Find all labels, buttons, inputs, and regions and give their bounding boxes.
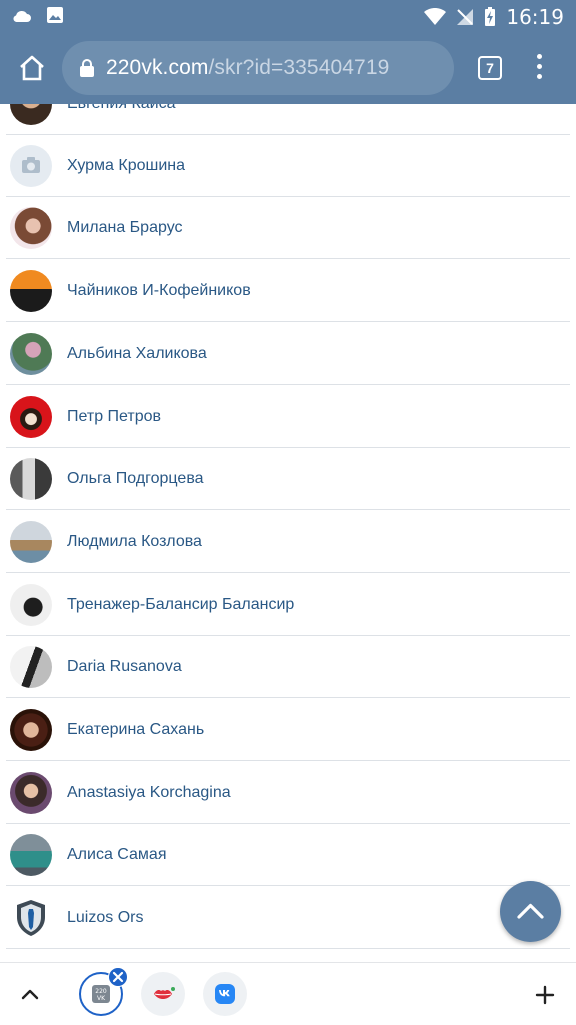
lips-icon — [154, 987, 175, 999]
friend-name[interactable]: Daria Rusanova — [67, 658, 182, 676]
no-signal-icon — [457, 9, 474, 25]
friend-name[interactable]: Алиса Самая — [67, 846, 166, 864]
chevron-up-icon — [517, 903, 544, 919]
friend-name[interactable]: Екатерина Сахань — [67, 721, 204, 739]
list-item[interactable]: Чайников И-Кофейников — [6, 260, 570, 322]
status-time: 16:19 — [506, 5, 564, 29]
tab-switcher-button[interactable]: 7 — [478, 56, 502, 80]
lock-icon — [80, 59, 94, 77]
app-vk-button[interactable] — [203, 972, 247, 1016]
list-item[interactable] — [6, 950, 570, 960]
vk-logo-icon — [215, 984, 235, 1004]
list-item[interactable]: Тренажер-Балансир Балансир — [6, 574, 570, 636]
chevron-up-icon[interactable] — [18, 983, 42, 1007]
list-item[interactable]: Петр Петров — [6, 386, 570, 448]
list-item[interactable]: Людмила Козлова — [6, 511, 570, 573]
scroll-to-top-button[interactable] — [500, 881, 561, 942]
friend-name[interactable]: Ольга Подгорцева — [67, 470, 204, 488]
friend-name[interactable]: Милана Брарус — [67, 219, 183, 237]
list-item[interactable]: Luizos Ors — [6, 887, 570, 949]
friend-name[interactable]: Петр Петров — [67, 408, 161, 426]
url-path: /skr?id=335404719 — [208, 56, 390, 79]
overflow-menu-icon[interactable] — [534, 54, 544, 82]
cloud-icon — [13, 11, 31, 22]
wifi-icon — [424, 8, 447, 25]
avatar — [10, 583, 52, 626]
status-bar: 16:19 — [0, 0, 576, 32]
friend-name[interactable]: Альбина Халикова — [67, 345, 207, 363]
avatar — [10, 206, 52, 249]
friend-name[interactable]: Тренажер-Балансир Балансир — [67, 596, 294, 614]
avatar — [10, 457, 52, 500]
home-icon[interactable] — [18, 54, 46, 82]
avatar — [10, 269, 52, 312]
list-item[interactable]: Anastasiya Korchagina — [6, 762, 570, 824]
avatar — [10, 645, 52, 688]
avatar — [10, 104, 52, 125]
friends-list: Евгения Кайса Хурма Крошина Милана Брару… — [6, 104, 570, 960]
friend-name[interactable]: Людмила Козлова — [67, 533, 202, 551]
browser-toolbar: 220vk.com/skr?id=335404719 7 — [0, 32, 576, 104]
friend-name[interactable]: Luizos Ors — [67, 909, 143, 927]
url-domain: 220vk.com — [106, 56, 209, 79]
plus-icon[interactable] — [533, 983, 557, 1007]
avatar — [10, 332, 52, 375]
list-item[interactable]: Daria Rusanova — [6, 636, 570, 698]
friend-name[interactable]: Чайников И-Кофейников — [67, 282, 251, 300]
list-item[interactable]: Альбина Халикова — [6, 323, 570, 385]
avatar — [10, 959, 52, 960]
close-badge-icon[interactable] — [108, 967, 128, 987]
shield-tie-icon — [10, 896, 52, 939]
list-item[interactable]: Алиса Самая — [6, 824, 570, 886]
bottom-bar: 220 VK — [0, 962, 576, 1025]
list-item[interactable]: Милана Брарус — [6, 197, 570, 259]
avatar — [10, 708, 52, 751]
friend-name[interactable]: Евгения Кайса — [67, 104, 176, 113]
address-bar[interactable]: 220vk.com/skr?id=335404719 — [62, 41, 454, 95]
list-item[interactable]: Екатерина Сахань — [6, 699, 570, 761]
image-icon — [47, 7, 63, 23]
avatar — [10, 833, 52, 876]
avatar — [10, 520, 52, 563]
friend-name[interactable]: Anastasiya Korchagina — [67, 784, 231, 802]
camera-icon — [10, 144, 52, 187]
avatar — [10, 771, 52, 814]
app-lips-button[interactable] — [141, 972, 185, 1016]
svg-text:VK: VK — [97, 995, 106, 1002]
list-item[interactable]: Хурма Крошина — [6, 135, 570, 197]
avatar — [10, 395, 52, 438]
list-item[interactable]: Ольга Подгорцева — [6, 448, 570, 510]
svg-text:220: 220 — [95, 988, 107, 995]
friend-name[interactable]: Хурма Крошина — [67, 157, 185, 175]
list-item[interactable]: Евгения Кайса — [6, 104, 570, 135]
battery-charging-icon — [485, 7, 496, 26]
